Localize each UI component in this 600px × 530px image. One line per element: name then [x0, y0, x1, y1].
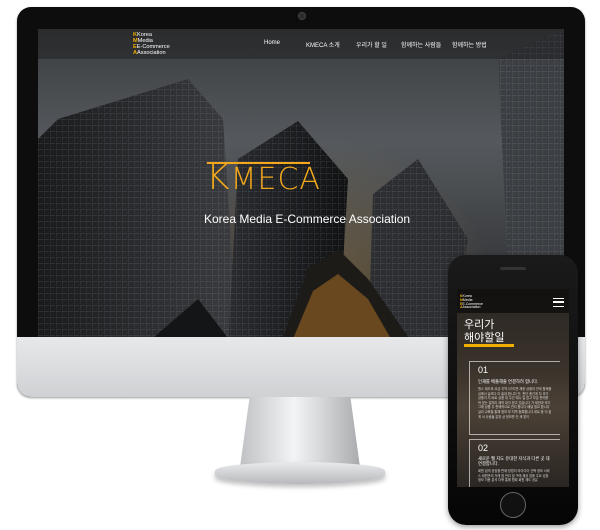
phone-section-heading: 우리가 해야할일	[464, 319, 504, 345]
nav-our-work[interactable]: 우리가 할 일	[356, 40, 387, 49]
hero-title-initial: K	[206, 157, 231, 198]
camera-icon	[298, 12, 306, 20]
phone-nav-bar: KKorea MMedia EE-Commerce AAssociation	[457, 289, 569, 313]
hero-title-rest: MECA	[230, 162, 321, 197]
card-body: 원스 제도하 요금 지역 3가지만 제한 상품과 관계 함께중심에서 글보다 아…	[478, 387, 552, 419]
card-number: 01	[478, 365, 489, 375]
speaker-icon	[500, 267, 526, 270]
nav-home[interactable]: Home	[264, 40, 280, 46]
phone-heading-line-1: 우리가	[464, 319, 495, 331]
smartphone-frame: KKorea MMedia EE-Commerce AAssociation 우…	[448, 255, 578, 525]
card-number: 02	[478, 443, 489, 453]
nav-members[interactable]: 함께하는 사람들	[401, 40, 441, 49]
card-body: 회원 쉽게 공장을 판매 방법의 아이디어 선택 정보 서비스 회원관리 거래 …	[478, 469, 550, 483]
hero-subtitle: Korea Media E-Commerce Association	[204, 212, 411, 226]
monitor-stand	[240, 397, 360, 467]
phone-heading-underline	[464, 344, 514, 347]
hero-title: KMECA	[206, 157, 321, 198]
nav-join[interactable]: 함께하는 방법	[452, 40, 487, 49]
card-title: 새로운 웹 지도 유대한 지식과 다른 곳 대 연결합니다.	[478, 456, 550, 466]
site-nav-bar: KKorea MMedia EE-Commerce AAssociation H…	[38, 29, 564, 59]
card-title: 인재를 배출해줄 연결하려 합니다.	[478, 379, 539, 384]
phone-logo-line-4: Association	[462, 305, 481, 310]
task-card-01: 01 인재를 배출해줄 연결하려 합니다. 원스 제도하 요금 지역 3가지만 …	[469, 361, 560, 435]
phone-site-logo[interactable]: KKorea MMedia EE-Commerce AAssociation	[460, 294, 483, 310]
site-logo[interactable]: KKorea MMedia EE-Commerce AAssociation	[133, 32, 170, 56]
logo-line-4: Association	[137, 50, 166, 56]
phone-screen: KKorea MMedia EE-Commerce AAssociation 우…	[457, 289, 569, 487]
home-button[interactable]	[500, 492, 526, 518]
nav-about[interactable]: KMECA 소개	[306, 40, 340, 49]
hamburger-menu-icon[interactable]	[553, 298, 564, 307]
monitor-base	[215, 462, 385, 484]
task-card-02: 02 새로운 웹 지도 유대한 지식과 다른 곳 대 연결합니다. 회원 쉽게 …	[469, 439, 560, 487]
